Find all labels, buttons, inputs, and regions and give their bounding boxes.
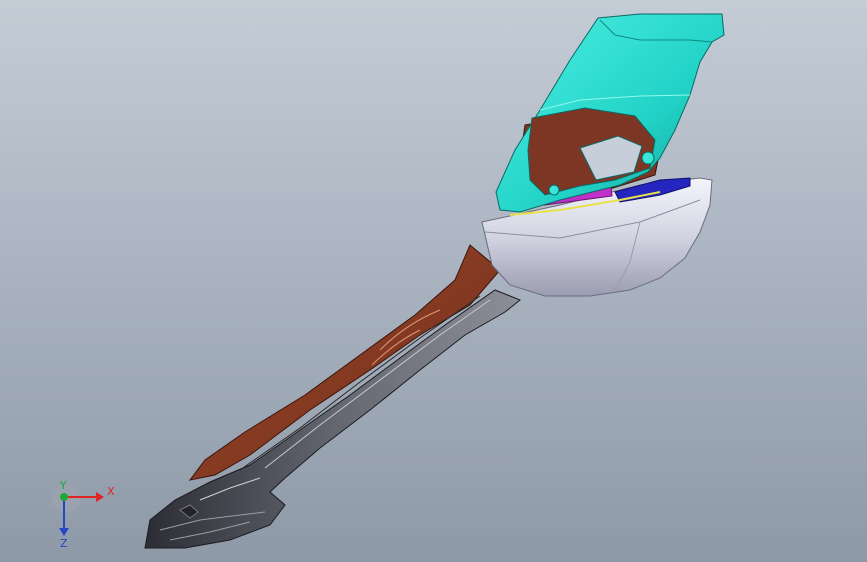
bracket-strip [188,244,501,481]
hood-screw [548,184,560,196]
3d-model-mirror-assembly[interactable] [0,0,867,562]
arm-edge-line [239,295,481,471]
x-axis-arrow [96,492,104,502]
y-axis-dot [60,493,68,501]
y-axis-label: Y [59,480,67,492]
z-axis-label: Z [60,537,68,550]
x-axis-label: X [107,485,115,498]
arm-shell [144,289,521,549]
cad-viewport[interactable]: X Y Z [0,0,867,562]
axis-triad: X Y Z [52,480,115,550]
z-axis-arrow [59,528,69,536]
hood-screw [641,151,655,165]
